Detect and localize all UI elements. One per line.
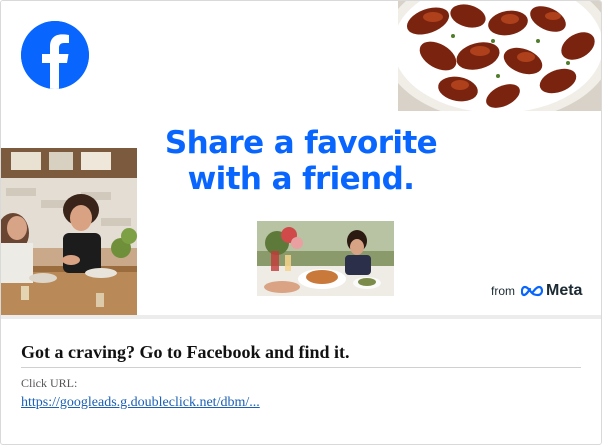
byline-from-text: from [491, 284, 515, 298]
outdoor-dinner-photo [257, 221, 394, 296]
chicken-wings-photo [398, 1, 601, 111]
creative-divider [1, 315, 601, 319]
from-meta-byline: from Meta [491, 281, 582, 301]
ad-title: Got a craving? Go to Facebook and find i… [21, 341, 581, 368]
click-url-label: Click URL: [21, 376, 78, 390]
friends-cafe-photo [1, 148, 137, 315]
meta-infinity-icon [521, 285, 543, 297]
byline-brand-text: Meta [546, 282, 583, 299]
headline-line-1: Share a favorite [164, 125, 438, 161]
ad-details: Got a craving? Go to Facebook and find i… [21, 331, 581, 411]
headline-line-2: with a friend. [187, 161, 415, 197]
ad-preview-card: Share a favorite with a friend. from Met… [0, 0, 602, 445]
ad-headline: Share a favorite with a friend. [141, 125, 461, 197]
facebook-logo-icon [21, 21, 89, 89]
ad-creative-image[interactable]: Share a favorite with a friend. from Met… [1, 1, 601, 315]
click-url-link[interactable]: https://googleads.g.doubleclick.net/dbm/… [21, 395, 260, 411]
